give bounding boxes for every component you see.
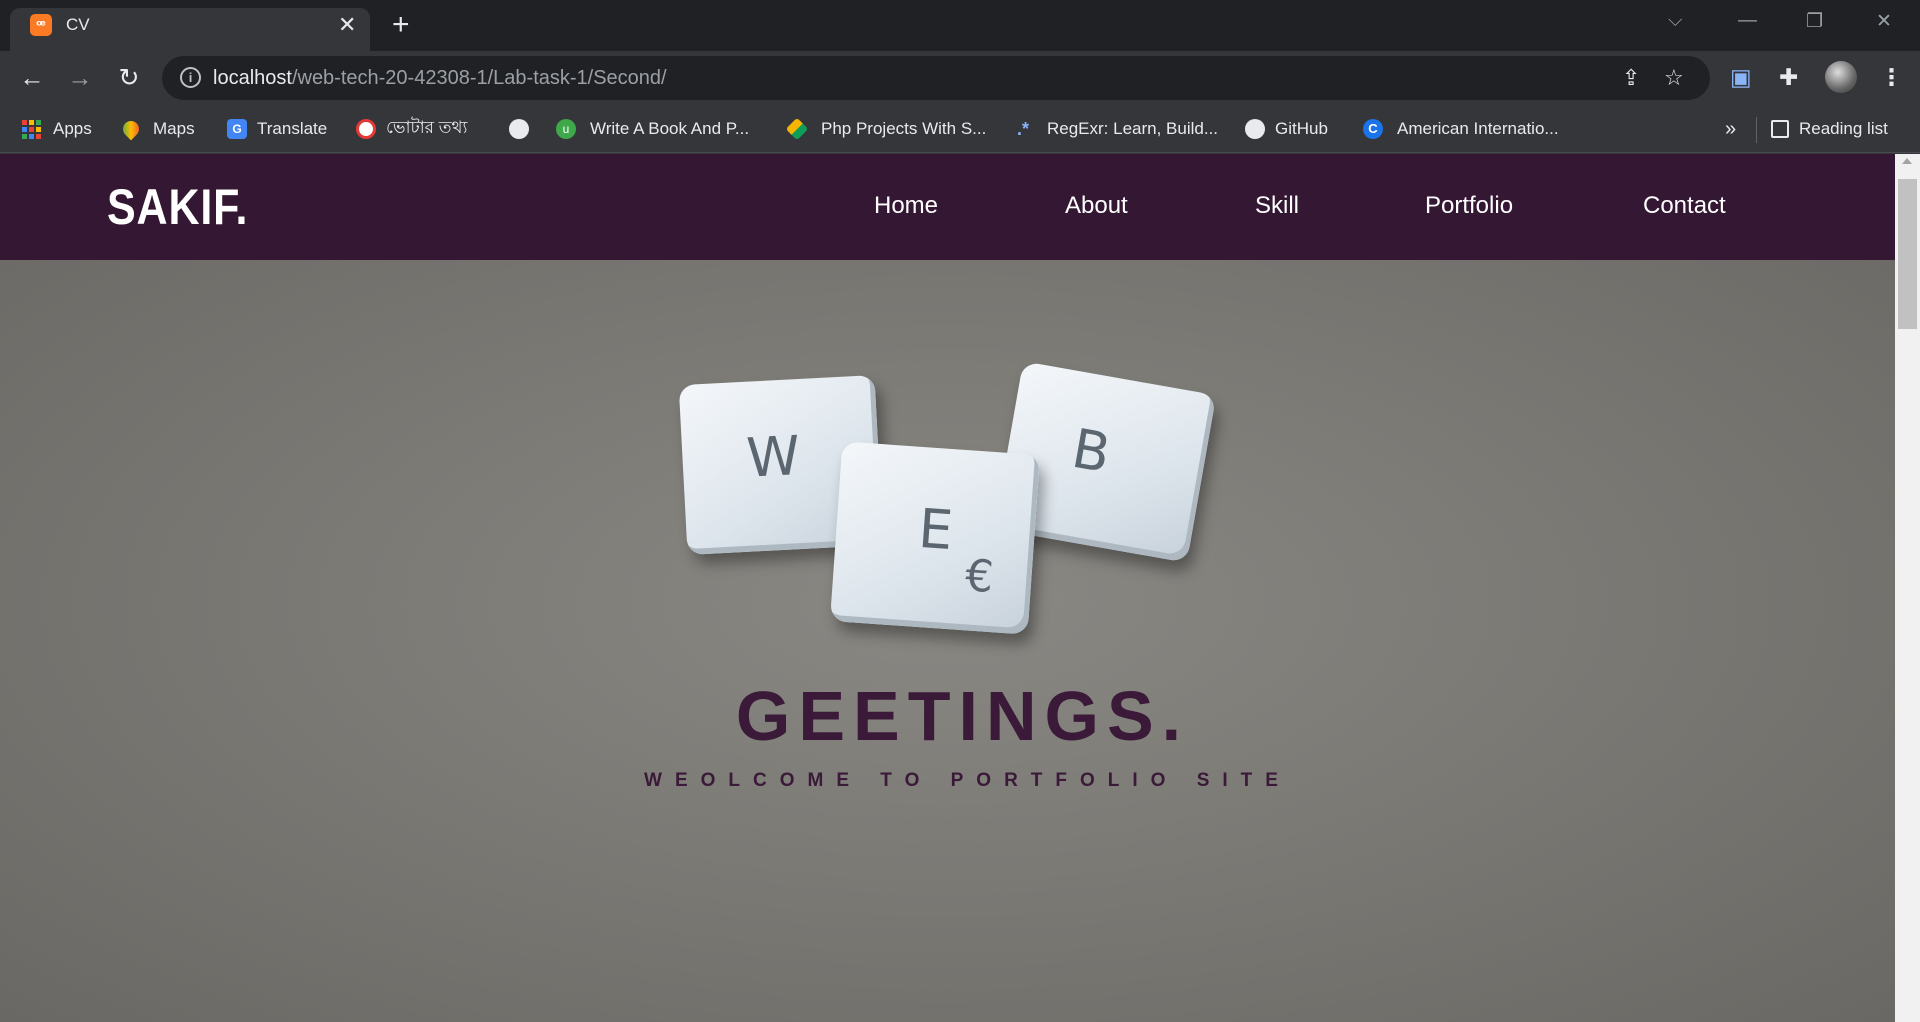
site-header: SAKIF. Home About Skill Portfolio Contac… <box>0 154 1895 260</box>
bookmark-label: GitHub <box>1275 119 1328 138</box>
write-book-icon: u <box>556 119 576 139</box>
hero-subline: WEOLCOME TO PORTFOLIO SITE <box>644 770 1291 791</box>
bookmark-label: Maps <box>153 119 195 138</box>
site-logo[interactable]: SAKIF. <box>107 178 248 236</box>
globe-icon <box>509 119 529 139</box>
hero-headline: GEETINGS. <box>735 677 1190 755</box>
minimize-button[interactable]: — <box>1738 10 1757 32</box>
reading-list-label: Reading list <box>1799 119 1888 138</box>
web-page: SAKIF. Home About Skill Portfolio Contac… <box>0 154 1895 1022</box>
window-close-button[interactable]: ✕ <box>1876 10 1892 33</box>
apps-grid-icon <box>22 119 41 139</box>
menu-kebab-icon[interactable]: ⋮ <box>1880 64 1903 91</box>
tab-close-button[interactable]: ✕ <box>338 12 356 38</box>
tile-letter: W <box>744 424 802 490</box>
tile-letter: E <box>916 496 955 563</box>
scrollbar-thumb[interactable] <box>1898 179 1917 329</box>
bookmark-globe[interactable] <box>509 116 529 142</box>
bookmark-label: American Internatio... <box>1397 119 1559 138</box>
nav-about-link[interactable]: About <box>1065 192 1128 220</box>
php-projects-icon <box>785 117 809 141</box>
bookmark-label: ভোটার তথ্য <box>386 118 468 137</box>
bookmark-label: Write A Book And P... <box>590 119 750 138</box>
hero-section: W B E € GEETINGS. WEOLCOME TO PORTFOLIO … <box>0 260 1895 1022</box>
page-scrollbar[interactable] <box>1895 154 1920 1022</box>
bookmark-voter-info[interactable]: ভোটার তথ্য <box>356 116 467 142</box>
voter-info-icon <box>356 119 376 139</box>
bookmark-write-book[interactable]: u Write A Book And P... <box>556 116 749 142</box>
restore-button[interactable]: ❐ <box>1806 10 1823 33</box>
bookmark-maps[interactable]: Maps <box>119 116 195 142</box>
bookmarks-bar: Apps Maps G Translate ভোটার তথ্য u Write… <box>0 105 1920 153</box>
bookmark-label: Php Projects With S... <box>821 119 987 138</box>
tab-title: CV <box>66 15 90 34</box>
address-bar[interactable]: i localhost/web-tech-20-42308-1/Lab-task… <box>162 56 1710 100</box>
bookmark-translate[interactable]: G Translate <box>227 116 327 142</box>
back-button[interactable]: ← <box>18 64 46 92</box>
url-path: /web-tech-20-42308-1/Lab-task-1/Second/ <box>291 67 667 89</box>
nav-contact-link[interactable]: Contact <box>1643 192 1726 220</box>
bookmark-star-icon[interactable]: ☆ <box>1664 65 1684 91</box>
translate-icon: G <box>227 119 247 139</box>
bookmarks-separator <box>1756 117 1757 143</box>
bookmark-label: RegExr: Learn, Build... <box>1047 119 1219 138</box>
reading-list-button[interactable]: Reading list <box>1771 116 1888 142</box>
screen-capture-extension-icon[interactable]: ▣ <box>1730 64 1752 91</box>
maps-pin-icon <box>119 117 143 141</box>
tile-letter: B <box>1067 416 1115 486</box>
site-info-icon[interactable]: i <box>180 67 201 88</box>
reload-button[interactable]: ↻ <box>115 64 143 92</box>
profile-avatar[interactable] <box>1825 61 1857 93</box>
nav-home-link[interactable]: Home <box>874 192 938 220</box>
browser-toolbar: ← → ↻ i localhost/web-tech-20-42308-1/La… <box>0 51 1920 105</box>
extensions-puzzle-icon[interactable]: ✚ <box>1779 64 1798 91</box>
bookmark-github[interactable]: GitHub <box>1245 116 1328 142</box>
regexr-icon: .* <box>1017 119 1030 139</box>
new-tab-button[interactable]: + <box>392 10 410 40</box>
scrabble-tile-e: E € <box>829 441 1041 635</box>
aiub-icon: C <box>1363 119 1383 139</box>
scroll-up-arrow-icon[interactable] <box>1902 158 1912 164</box>
forward-button[interactable]: → <box>66 64 94 92</box>
bookmark-php-projects[interactable]: Php Projects With S... <box>785 116 987 142</box>
bookmark-aiub[interactable]: C American Internatio... <box>1363 116 1559 142</box>
url-text[interactable]: localhost/web-tech-20-42308-1/Lab-task-1… <box>213 67 667 90</box>
bookmark-label: Translate <box>257 119 328 138</box>
browser-tab[interactable]: ꟹ CV ✕ <box>10 8 370 51</box>
tab-strip: ꟹ CV ✕ + ⌵ — ❐ ✕ <box>0 0 1920 51</box>
tile-euro-symbol: € <box>963 550 996 604</box>
nav-portfolio-link[interactable]: Portfolio <box>1425 192 1513 220</box>
github-icon <box>1245 119 1265 139</box>
bookmark-apps[interactable]: Apps <box>22 116 92 142</box>
nav-skill-link[interactable]: Skill <box>1255 192 1299 220</box>
bookmarks-overflow-button[interactable]: » <box>1725 116 1736 142</box>
bookmark-regexr[interactable]: .* RegExr: Learn, Build... <box>1017 116 1218 142</box>
share-icon[interactable]: ⇪ <box>1622 65 1640 91</box>
bookmark-label: Apps <box>53 119 92 138</box>
url-host: localhost <box>213 67 292 89</box>
xampp-favicon-icon: ꟹ <box>30 14 52 36</box>
tab-search-button[interactable]: ⌵ <box>1668 10 1682 32</box>
reading-list-icon <box>1771 120 1789 138</box>
